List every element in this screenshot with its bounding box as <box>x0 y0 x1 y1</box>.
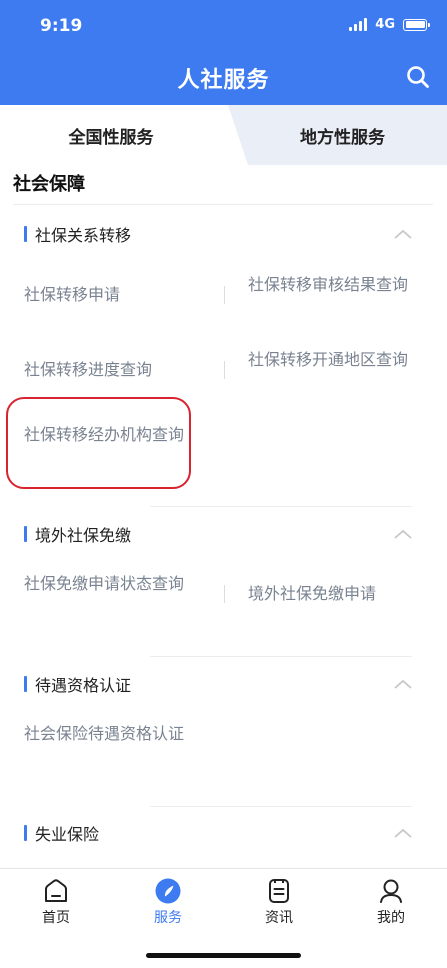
news-icon <box>269 879 289 903</box>
nav-label: 资讯 <box>265 910 293 926</box>
category-header[interactable]: 待遇资格认证 <box>24 672 131 696</box>
tab-national-services[interactable]: 全国性服务 <box>0 105 248 165</box>
nav-news[interactable]: 资讯 <box>244 877 314 927</box>
nav-label: 首页 <box>42 910 70 926</box>
category-title: 社保关系转移 <box>35 226 132 245</box>
highlight-annotation <box>6 397 191 489</box>
search-icon[interactable] <box>405 64 431 90</box>
service-item[interactable]: 社保转移开通地区查询 <box>248 349 408 370</box>
nav-home[interactable]: 首页 <box>21 877 91 927</box>
chevron-up-icon[interactable] <box>393 228 413 240</box>
tab-label: 全国性服务 <box>68 127 154 148</box>
chevron-up-icon[interactable] <box>393 528 413 540</box>
compass-icon <box>155 878 181 904</box>
tab-label: 地方性服务 <box>300 127 385 148</box>
service-item[interactable]: 社会保险待遇资格认证 <box>24 723 184 744</box>
service-item[interactable]: 社保免缴申请状态查询 <box>24 573 184 594</box>
column-divider <box>224 585 225 603</box>
chevron-up-icon[interactable] <box>393 827 413 839</box>
network-label: 4G <box>375 17 395 32</box>
category-title: 失业保险 <box>35 825 100 844</box>
nav-profile[interactable]: 我的 <box>356 877 426 927</box>
category-header[interactable]: 失业保险 <box>24 821 99 845</box>
divider <box>150 806 412 807</box>
profile-icon <box>380 879 402 903</box>
service-tabs: 地方性服务 全国性服务 <box>0 105 447 165</box>
service-item[interactable]: 社保转移进度查询 <box>24 359 204 380</box>
category-title: 境外社保免缴 <box>35 526 132 545</box>
app-header: 9:19 4G 人社服务 <box>0 0 447 105</box>
status-indicators: 4G <box>349 17 430 32</box>
divider <box>150 656 412 657</box>
category-header[interactable]: 社保关系转移 <box>24 222 131 246</box>
status-time: 9:19 <box>40 16 83 36</box>
home-icon <box>45 879 67 902</box>
service-item[interactable]: 境外社保免缴申请 <box>248 583 418 604</box>
signal-icon <box>349 18 368 31</box>
tab-local-services[interactable]: 地方性服务 <box>228 105 447 165</box>
column-divider <box>224 361 225 379</box>
section-title: 社会保障 <box>13 174 85 195</box>
accent-bar <box>24 226 27 242</box>
column-divider <box>224 286 225 304</box>
nav-services[interactable]: 服务 <box>133 877 203 927</box>
page-title: 人社服务 <box>177 68 270 93</box>
chevron-up-icon[interactable] <box>393 678 413 690</box>
accent-bar <box>24 526 27 542</box>
service-item[interactable]: 社保转移审核结果查询 <box>248 274 408 295</box>
category-header[interactable]: 境外社保免缴 <box>24 522 131 546</box>
battery-icon <box>403 18 430 31</box>
service-item[interactable]: 社保转移申请 <box>24 284 204 305</box>
accent-bar <box>24 825 27 841</box>
divider <box>13 204 433 205</box>
category-title: 待遇资格认证 <box>35 676 132 695</box>
home-indicator <box>146 953 301 958</box>
status-bar: 9:19 4G <box>0 0 447 46</box>
accent-bar <box>24 676 27 692</box>
divider <box>150 506 412 507</box>
nav-label: 我的 <box>377 910 405 926</box>
nav-label: 服务 <box>154 910 182 926</box>
